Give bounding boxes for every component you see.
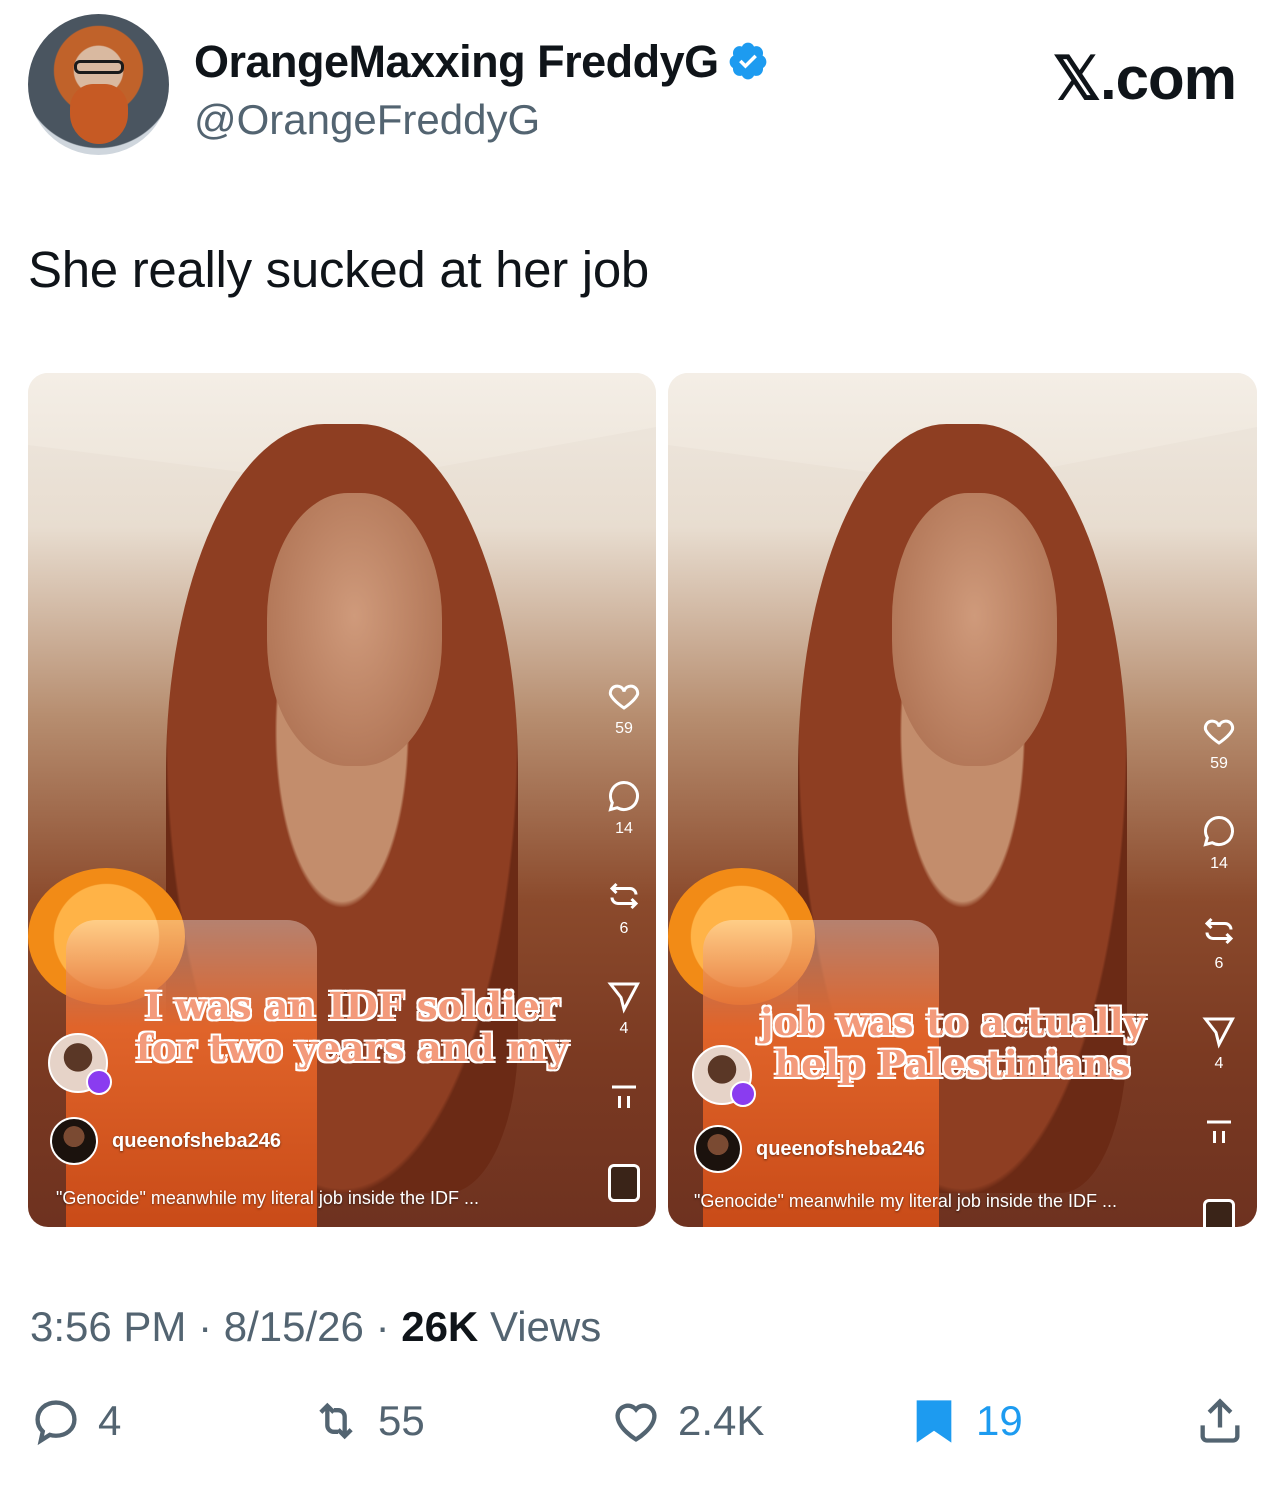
- x-com-watermark: 𝕏.com: [1052, 45, 1237, 112]
- tweet-header: OrangeMaxxing FreddyG @OrangeFreddyG 𝕏.c…: [28, 14, 1256, 159]
- video-side-actions: 59 14 6 4: [606, 678, 642, 1202]
- video-more: [606, 1078, 642, 1114]
- video-creator: queenofsheba246: [50, 1117, 281, 1165]
- tweet-time[interactable]: 3:56 PM: [30, 1303, 186, 1350]
- menu-lines-icon: [1207, 1120, 1231, 1143]
- video-caption: I was an IDF soldier for two years and m…: [28, 985, 656, 1069]
- video-share-count: 4: [1214, 1055, 1224, 1072]
- comment-icon: [1203, 815, 1234, 847]
- video-share-count: 4: [619, 1020, 629, 1037]
- repost-icon: [609, 882, 639, 910]
- caption-line-1: job was to actually: [759, 1000, 1146, 1044]
- reposter-avatar: [692, 1045, 756, 1107]
- menu-lines-icon: [612, 1085, 636, 1108]
- share-icon: [1200, 1398, 1240, 1443]
- tweet-meta: 3:56 PM · 8/15/26 · 26K Views: [30, 1303, 601, 1351]
- reposter-avatar: [48, 1033, 112, 1095]
- audio-thumbnail: [608, 1164, 640, 1202]
- caption-line-2: for two years and my: [136, 1026, 568, 1070]
- creator-username: queenofsheba246: [756, 1137, 925, 1160]
- bookmark-filled-icon: [916, 1400, 952, 1443]
- avatar-beard: [70, 84, 128, 144]
- heart-icon: [608, 684, 640, 710]
- tweet-date[interactable]: 8/15/26: [224, 1303, 364, 1350]
- heart-icon: [615, 1403, 657, 1442]
- reply-count: 4: [98, 1397, 122, 1444]
- views-label: Views: [489, 1303, 602, 1350]
- tweet-text: She really sucked at her job: [28, 241, 649, 298]
- creator-avatar: [50, 1117, 98, 1165]
- like-button[interactable]: 2.4K: [610, 1395, 764, 1447]
- person-face: [266, 492, 443, 766]
- author-name-text[interactable]: OrangeMaxxing FreddyG: [194, 36, 719, 87]
- repost-icon: [1204, 917, 1234, 945]
- video-like: 59: [606, 678, 642, 738]
- video-comment: 14: [606, 778, 642, 838]
- video-repost: 6: [1201, 913, 1237, 973]
- heart-icon: [1203, 719, 1235, 745]
- author-name[interactable]: OrangeMaxxing FreddyG: [194, 36, 769, 88]
- creator-avatar: [694, 1125, 742, 1173]
- repost-badge-icon: [86, 1069, 112, 1095]
- video-repost: 6: [606, 878, 642, 938]
- reply-icon: [35, 1400, 77, 1446]
- caption-line-2: help Palestinians: [774, 1042, 1131, 1086]
- video-like-count: 59: [615, 720, 633, 737]
- author-handle[interactable]: @OrangeFreddyG: [194, 96, 540, 144]
- video-comment-count: 14: [1210, 855, 1228, 872]
- video-repost-count: 6: [619, 920, 629, 937]
- bookmark-button[interactable]: 19: [908, 1395, 1023, 1447]
- tweet-action-bar: 4 55 2.4K 19: [30, 1395, 1254, 1465]
- video-comment-count: 14: [615, 820, 633, 837]
- video-caption: job was to actually help Palestinians: [668, 1001, 1257, 1085]
- video-more: [1201, 1113, 1237, 1149]
- comment-icon: [608, 780, 639, 812]
- repost-badge-icon: [730, 1081, 756, 1107]
- video-like: 59: [1201, 713, 1237, 773]
- video-repost-count: 6: [1214, 955, 1224, 972]
- caption-line-1: I was an IDF soldier: [144, 984, 560, 1028]
- share-button[interactable]: [1194, 1395, 1262, 1447]
- audio-thumbnail: [1203, 1199, 1235, 1227]
- video-side-actions: 59 14 6 4: [1201, 713, 1237, 1227]
- views-count: 26K: [401, 1303, 479, 1350]
- verified-badge-icon: [729, 42, 766, 80]
- send-icon: [607, 982, 640, 1014]
- like-count: 2.4K: [678, 1397, 765, 1444]
- media-image-1[interactable]: I was an IDF soldier for two years and m…: [28, 373, 656, 1227]
- video-like-count: 59: [1210, 755, 1228, 772]
- repost-icon: [319, 1402, 353, 1440]
- video-creator: queenofsheba246: [694, 1125, 925, 1173]
- bookmark-count: 19: [976, 1397, 1023, 1444]
- repost-count: 55: [378, 1397, 425, 1444]
- video-description: "Genocide" meanwhile my literal job insi…: [56, 1188, 479, 1208]
- video-description: "Genocide" meanwhile my literal job insi…: [694, 1191, 1117, 1211]
- meta-separator: ·: [198, 1303, 224, 1350]
- reply-button[interactable]: 4: [30, 1395, 121, 1447]
- video-comment: 14: [1201, 813, 1237, 873]
- media-image-2[interactable]: job was to actually help Palestinians 59…: [668, 373, 1257, 1227]
- send-icon: [1202, 1017, 1235, 1049]
- person-face: [891, 492, 1057, 766]
- video-share: 4: [606, 978, 642, 1038]
- repost-button[interactable]: 55: [310, 1395, 425, 1447]
- author-avatar[interactable]: [28, 14, 169, 155]
- video-share: 4: [1201, 1013, 1237, 1073]
- meta-separator: ·: [375, 1303, 402, 1350]
- avatar-glasses: [74, 60, 124, 74]
- creator-username: queenofsheba246: [112, 1129, 281, 1152]
